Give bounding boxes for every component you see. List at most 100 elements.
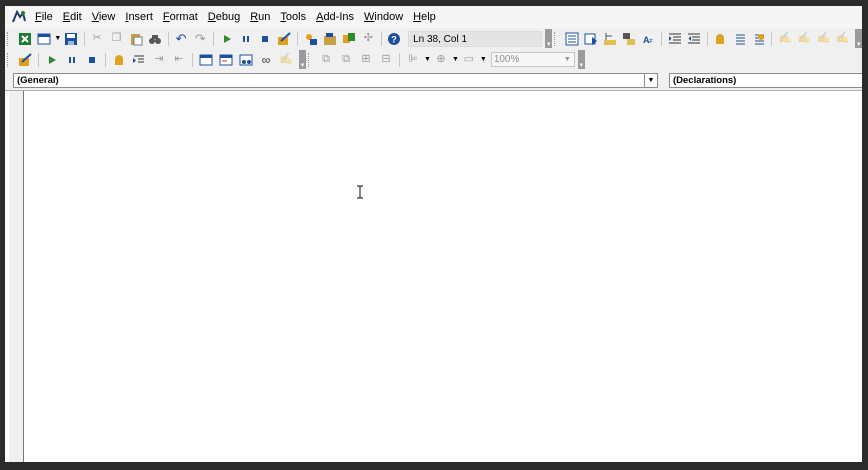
bring-to-front-icon[interactable]: ⧉ [317, 51, 335, 69]
procedure-combo-value: (Declarations) [673, 75, 737, 86]
toolbar-separator [38, 52, 39, 67]
text-cursor-icon [357, 185, 363, 199]
menu-help[interactable]: Help [408, 6, 441, 28]
center-icon[interactable]: ⊕ [432, 51, 450, 69]
run-icon[interactable] [218, 30, 235, 48]
indent-icon[interactable] [666, 30, 683, 48]
margin-indicator-bar[interactable] [9, 91, 24, 462]
toolbar-overflow-button[interactable]: ▾ [577, 50, 585, 69]
menu-file[interactable]: File [30, 6, 58, 28]
toolbar-separator [661, 31, 663, 46]
menu-format[interactable]: Format [158, 6, 203, 28]
vbe-window: File Edit View Insert Format Debug Run T… [5, 6, 862, 462]
align-icon[interactable]: ⊫ [404, 51, 422, 69]
toolbar-separator [296, 31, 298, 46]
toggle-breakpoint-icon[interactable] [712, 30, 729, 48]
list-properties-icon[interactable] [563, 30, 580, 48]
copy-icon[interactable]: ❐ [108, 30, 125, 48]
previous-bookmark-icon[interactable]: ✍ [815, 30, 832, 48]
design-mode-icon[interactable] [276, 30, 293, 48]
complete-word-icon[interactable]: A ≠ [640, 30, 657, 48]
ungroup-icon[interactable]: ⊟ [377, 51, 395, 69]
step-out-icon[interactable]: ⇤ [170, 51, 188, 69]
cut-icon[interactable]: ✂ [89, 30, 106, 48]
outdent-icon[interactable] [685, 30, 702, 48]
chevron-down-icon: ▼ [563, 56, 571, 63]
object-browser-icon[interactable] [340, 30, 357, 48]
menu-edit[interactable]: Edit [58, 6, 87, 28]
design-mode-icon[interactable] [16, 51, 34, 69]
help-icon[interactable]: ? [386, 30, 403, 48]
menu-insert[interactable]: Insert [120, 6, 158, 28]
svg-text:≠: ≠ [649, 38, 653, 45]
toolbar-separator [167, 31, 169, 46]
list-constants-icon[interactable] [582, 30, 599, 48]
break-icon[interactable] [237, 30, 254, 48]
parameter-info-icon[interactable] [621, 30, 638, 48]
toolbar-separator [192, 52, 193, 67]
vba-app-icon[interactable] [8, 6, 30, 28]
make-same-size-icon[interactable]: ▭ [460, 51, 478, 69]
insert-userform-icon[interactable] [35, 30, 52, 48]
procedure-combo[interactable]: (Declarations) [669, 73, 862, 88]
view-excel-icon[interactable] [16, 30, 33, 48]
center-dropdown-icon[interactable]: ▼ [452, 56, 459, 63]
reset-icon[interactable] [256, 30, 273, 48]
group-icon[interactable]: ⊞ [357, 51, 375, 69]
code-window-header: (General) ▼ (Declarations) [5, 70, 862, 91]
uncomment-block-icon[interactable] [750, 30, 767, 48]
quick-watch-icon[interactable]: ∞ [257, 51, 275, 69]
toggle-breakpoint-icon[interactable] [110, 51, 128, 69]
toolbar-separator [83, 31, 85, 46]
toggle-bookmark-icon[interactable]: ✍ [776, 30, 793, 48]
call-stack-icon[interactable]: ✍ [277, 51, 295, 69]
next-bookmark-icon[interactable]: ✍ [796, 30, 813, 48]
insert-dropdown-icon[interactable]: ▼ [54, 35, 61, 42]
save-icon[interactable] [62, 30, 79, 48]
break-icon[interactable] [63, 51, 81, 69]
immediate-window-icon[interactable] [217, 51, 235, 69]
svg-text:?: ? [392, 34, 398, 44]
toolbar-grip[interactable] [308, 52, 312, 67]
code-editor[interactable] [5, 91, 862, 462]
toolbar-grip[interactable] [7, 31, 11, 46]
send-to-back-icon[interactable]: ⧉ [337, 51, 355, 69]
object-combo[interactable]: (General) ▼ [13, 73, 658, 88]
reset-icon[interactable] [83, 51, 101, 69]
chevron-down-icon[interactable]: ▼ [644, 74, 657, 87]
toolbar-separator [399, 52, 400, 67]
menu-add-ins[interactable]: Add-Ins [311, 6, 359, 28]
menu-debug[interactable]: Debug [203, 6, 245, 28]
toolbar-separator [771, 31, 773, 46]
quick-info-icon[interactable] [602, 30, 619, 48]
locals-window-icon[interactable] [197, 51, 215, 69]
toolbar-grip[interactable] [554, 31, 558, 46]
watch-window-icon[interactable] [237, 51, 255, 69]
paste-icon[interactable] [127, 30, 144, 48]
redo-icon[interactable]: ↷ [192, 30, 209, 48]
step-into-icon[interactable] [130, 51, 148, 69]
menu-bar: File Edit View Insert Format Debug Run T… [5, 6, 862, 28]
menu-tools[interactable]: Tools [275, 6, 311, 28]
project-explorer-icon[interactable] [302, 30, 319, 48]
menu-run[interactable]: Run [245, 6, 275, 28]
size-dropdown-icon[interactable]: ▼ [480, 56, 487, 63]
toolbar-separator [706, 31, 708, 46]
zoom-combo[interactable]: 100% ▼ [490, 52, 575, 67]
run-icon[interactable] [43, 51, 61, 69]
comment-block-icon[interactable] [731, 30, 748, 48]
undo-icon[interactable]: ↶ [172, 30, 189, 48]
toolbar-overflow-button[interactable]: ▾ [545, 29, 553, 48]
toolbar-grip[interactable] [7, 52, 11, 67]
toolbox-icon[interactable]: ✣ [360, 30, 377, 48]
align-dropdown-icon[interactable]: ▼ [424, 56, 431, 63]
toolbar-overflow-button[interactable]: ▾ [299, 50, 306, 69]
clear-bookmarks-icon[interactable]: ✍ [834, 30, 851, 48]
toolbar-overflow-button[interactable]: ▾ [855, 29, 862, 48]
properties-window-icon[interactable] [321, 30, 338, 48]
menu-view[interactable]: View [87, 6, 121, 28]
menu-window[interactable]: Window [359, 6, 408, 28]
find-icon[interactable] [146, 30, 163, 48]
zoom-value: 100% [493, 54, 520, 65]
step-over-icon[interactable]: ⇥ [150, 51, 168, 69]
